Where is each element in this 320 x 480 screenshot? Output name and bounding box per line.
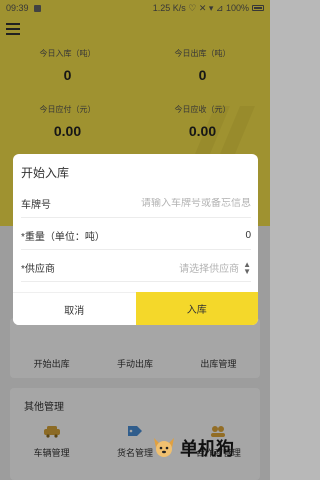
updown-caret-icon: ▲ ▼ — [243, 259, 251, 276]
supplier-label: *供应商 — [21, 264, 55, 275]
weight-input[interactable]: 0 — [245, 230, 251, 241]
dialog-button-bar: 取消 入库 — [13, 292, 258, 325]
confirm-in-button[interactable]: 入库 — [135, 292, 258, 325]
supplier-field: *供应商 请选择供应商 ▲ ▼ — [21, 254, 251, 282]
weight-field: *重量（单位：吨） 0 — [21, 222, 251, 250]
plate-label: 车牌号 — [21, 200, 51, 211]
dialog-title: 开始入库 — [21, 166, 70, 180]
supplier-select[interactable]: 请选择供应商 ▲ ▼ — [179, 260, 251, 275]
cancel-label: 取消 — [64, 305, 85, 317]
supplier-placeholder: 请选择供应商 — [179, 264, 240, 275]
plate-input[interactable] — [111, 198, 251, 209]
watermark-text: 单机狗 — [180, 439, 234, 460]
start-in-dialog: 开始入库 车牌号 *重量（单位：吨） 0 *供应商 请选择供应商 ▲▼ 取消 入… — [13, 154, 258, 325]
confirm-label: 入库 — [186, 305, 207, 316]
cancel-button[interactable]: 取消 — [13, 292, 136, 325]
weight-label: *重量（单位：吨） — [21, 232, 105, 243]
site-watermark: 单机狗 — [150, 428, 270, 468]
dog-logo-icon — [154, 438, 174, 457]
plate-field: 车牌号 — [21, 190, 251, 218]
